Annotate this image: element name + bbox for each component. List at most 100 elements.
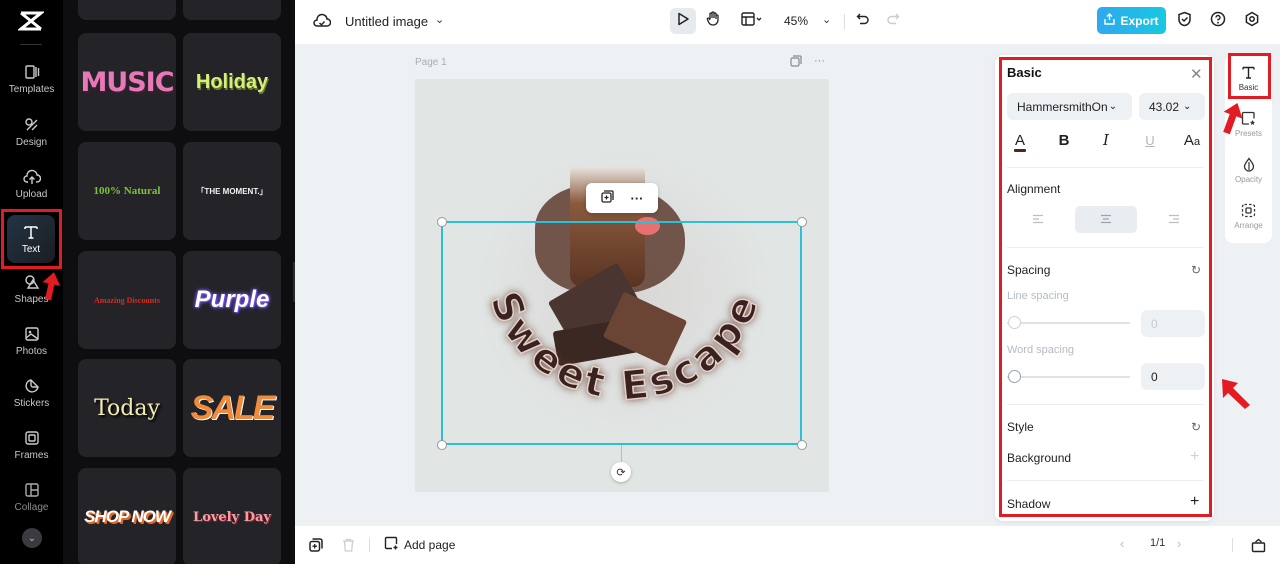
panel-title: Basic [1007,65,1042,80]
align-center-button[interactable] [1075,206,1137,233]
preset-label: Today [94,395,160,421]
add-background-icon[interactable]: + [1190,448,1199,466]
select-tool-button[interactable] [670,8,696,34]
section-divider [1007,404,1204,405]
tab-label: Presets [1234,128,1263,138]
zoom-level[interactable]: 45% [784,14,808,28]
duplicate-page-icon[interactable] [790,55,802,70]
bold-button[interactable]: B [1053,129,1075,151]
slider-knob[interactable] [1008,316,1021,329]
rail-item-templates[interactable]: Templates [4,55,59,103]
resize-handle-bottom-right[interactable] [797,440,807,450]
more-options-icon[interactable]: ··· [814,55,825,70]
word-spacing-slider[interactable] [1007,370,1130,383]
rail-item-photos[interactable]: Photos [4,317,59,365]
property-tabs: Basic Presets Opacity Arrange [1225,55,1272,243]
preset-tile-music[interactable]: MUSIC [78,33,176,131]
rail-item-upload[interactable]: Upload [4,160,59,208]
text-color-button[interactable]: A [1009,129,1031,152]
cloud-saved-icon[interactable] [313,12,332,30]
preset-tile-moment[interactable]: 「THE MOMENT.」 [183,142,281,240]
chevron-down-icon[interactable]: ⌄ [435,13,444,26]
capcut-logo-icon[interactable] [16,10,46,32]
undo-button[interactable] [850,8,876,34]
layout-dropdown-button[interactable] [735,8,769,34]
document-title[interactable]: Untitled image [345,14,428,29]
tab-opacity[interactable]: Opacity [1225,147,1272,193]
page-label: Page 1 [415,57,447,68]
artboard[interactable]: Sweet Escape ⟳ ··· [415,79,829,492]
reset-style-icon[interactable]: ↻ [1191,420,1201,434]
chevron-down-icon[interactable]: ⌄ [822,13,831,26]
rail-item-collage[interactable]: Collage [4,473,59,521]
settings-button[interactable] [1239,8,1265,34]
prev-page-icon[interactable]: ‹ [1120,536,1124,551]
next-page-icon[interactable]: › [1177,536,1181,551]
left-rail: Templates Design Upload Text Shapes Phot… [0,0,63,564]
add-shadow-icon[interactable]: + [1190,493,1199,511]
export-button[interactable]: Export [1097,7,1166,34]
resize-handle-top-left[interactable] [437,217,447,227]
preset-tile-holiday[interactable]: Holiday [183,33,281,131]
text-case-button[interactable]: Aa [1181,129,1203,151]
shield-button[interactable] [1171,8,1197,34]
tab-arrange[interactable]: Arrange [1225,193,1272,239]
font-size-select[interactable]: 43.02 ⌄ [1139,93,1205,120]
add-page-label: Add page [404,537,456,552]
preset-tile-shopnow[interactable]: SHOP NOW [78,468,176,564]
underline-button[interactable]: U [1139,129,1161,151]
preset-label: SALE [190,388,276,427]
rotate-handle[interactable]: ⟳ [611,462,631,482]
preset-tile[interactable] [183,0,281,20]
trash-icon[interactable] [340,537,356,553]
help-button[interactable] [1205,8,1231,34]
add-page-button[interactable]: Add page [384,536,455,553]
tab-basic[interactable]: Basic [1225,55,1272,101]
duplicate-page-icon[interactable] [308,537,324,553]
resize-handle-bottom-left[interactable] [437,440,447,450]
resize-handle-top-right[interactable] [797,217,807,227]
rail-item-frames[interactable]: Frames [4,421,59,469]
word-spacing-input[interactable]: 0 [1141,363,1205,390]
rail-item-stickers[interactable]: Stickers [4,369,59,417]
align-left-button[interactable] [1007,206,1069,233]
rail-item-design[interactable]: Design [4,108,59,156]
tab-presets[interactable]: Presets [1225,101,1272,147]
duplicate-icon[interactable] [600,190,614,206]
preset-tile-today[interactable]: Today [78,359,176,457]
design-icon [23,116,41,134]
section-divider [1007,247,1204,248]
canvas-area[interactable]: Page 1 ··· Sweet Escape ⟳ ··· [295,44,995,526]
chevron-down-icon[interactable]: ⌄ [22,528,42,548]
underline-icon: U [1145,132,1155,148]
rail-label: Upload [15,189,48,200]
word-spacing-value: 0 [1151,369,1158,384]
more-options-icon[interactable]: ··· [631,191,644,206]
preset-tile-sale[interactable]: SALE [183,359,281,457]
line-spacing-label: Line spacing [1007,290,1069,302]
collage-icon [23,481,41,499]
line-spacing-input[interactable]: 0 [1141,310,1205,337]
hand-tool-button[interactable] [700,8,726,34]
preset-tile-purple[interactable]: Purple [183,251,281,349]
italic-button[interactable]: I [1095,129,1117,151]
rail-item-text[interactable]: Text [7,215,55,263]
preset-tile-natural[interactable]: 100% Natural [78,142,176,240]
preset-tile-discounts[interactable]: Amazing Discounts [78,251,176,349]
align-right-button[interactable] [1143,206,1205,233]
close-icon[interactable]: ✕ [1190,65,1203,83]
collapse-bottom-icon[interactable] [1250,537,1266,553]
shadow-label: Shadow [1007,497,1051,511]
redo-button[interactable] [880,8,906,34]
upload-icon [22,168,41,186]
selection-box[interactable] [441,221,802,445]
shield-check-icon [1177,11,1192,32]
rail-item-shapes[interactable]: Shapes [4,265,59,313]
line-spacing-slider[interactable] [1007,316,1130,329]
preset-tile[interactable] [78,0,176,20]
reset-spacing-icon[interactable]: ↻ [1191,263,1201,277]
font-family-select[interactable]: HammersmithOn ⌄ [1007,93,1132,120]
text-presets-panel: MUSIC Holiday 100% Natural 「THE MOMENT.」… [63,0,295,564]
preset-tile-lovelyday[interactable]: Lovely Day [183,468,281,564]
slider-knob[interactable] [1008,370,1021,383]
